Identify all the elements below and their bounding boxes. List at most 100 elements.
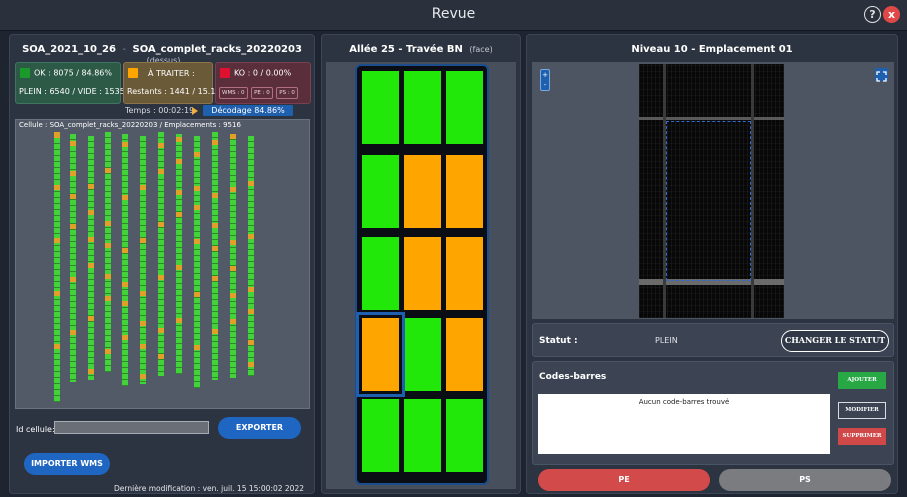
export-button[interactable]: EXPORTER <box>218 417 301 439</box>
detection-box <box>666 121 751 281</box>
modify-barcode-button[interactable]: MODIFIER <box>838 402 886 419</box>
pe-badge[interactable]: PE : 0 <box>251 87 273 99</box>
todo-marker <box>140 185 146 190</box>
ok-count: OK : 8075 / 84.86% <box>34 68 112 78</box>
todo-marker <box>105 296 111 301</box>
todo-marker <box>176 190 182 195</box>
slot-full[interactable] <box>362 237 399 310</box>
todo-marker <box>194 205 200 210</box>
todo-marker <box>88 316 94 321</box>
slot-todo[interactable] <box>446 155 483 228</box>
todo-marker <box>122 195 128 200</box>
slot-full[interactable] <box>446 71 483 144</box>
todo-marker <box>212 223 218 228</box>
scan-beam <box>639 117 784 120</box>
slot-full[interactable] <box>362 399 399 472</box>
status-row: Statut : PLEIN CHANGER LE STATUT <box>532 323 894 357</box>
fullscreen-icon[interactable] <box>875 68 888 82</box>
scan-date: SOA_2021_10_26 <box>22 44 116 55</box>
slot-full[interactable] <box>404 399 441 472</box>
barcodes-list[interactable]: Aucun code-barres trouvé <box>538 394 830 454</box>
cell-overview-panel: SOA_2021_10_26 - SOA_complet_racks_20220… <box>9 34 315 494</box>
close-button[interactable]: x <box>883 6 900 23</box>
rack-column[interactable] <box>122 134 128 386</box>
ko-stat-box[interactable]: KO : 0 / 0.00% WMS : 0 PE : 0 PS : 0 <box>215 62 311 104</box>
todo-marker <box>140 238 146 243</box>
last-modified: Dernière modification : ven. juil. 15 15… <box>114 484 304 493</box>
todo-marker <box>70 277 76 282</box>
barcodes-empty-text: Aucun code-barres trouvé <box>638 398 730 406</box>
status-label: Statut : <box>539 336 578 346</box>
todo-marker <box>140 291 146 296</box>
rack-column[interactable] <box>158 132 164 376</box>
todo-marker <box>54 344 60 349</box>
slot-full[interactable] <box>362 155 399 228</box>
todo-marker <box>54 133 60 138</box>
add-barcode-button[interactable]: AJOUTER <box>838 372 886 389</box>
slot-todo[interactable] <box>404 155 441 228</box>
rack-column[interactable] <box>176 134 182 374</box>
change-status-button[interactable]: CHANGER LE STATUT <box>781 330 889 352</box>
todo-marker <box>158 354 164 359</box>
todo-marker <box>230 293 236 298</box>
bay-frame <box>355 64 489 485</box>
rack-column[interactable] <box>105 132 111 372</box>
todo-marker <box>194 239 200 244</box>
todo-marker <box>140 344 146 349</box>
slot-todo[interactable] <box>446 318 483 391</box>
todo-stat-box[interactable]: À TRAITER : Restants : 1441 / 15.14% <box>123 62 228 104</box>
rack-column[interactable] <box>140 136 146 384</box>
todo-marker <box>248 340 254 345</box>
todo-marker <box>248 181 254 186</box>
rack-column[interactable] <box>194 136 200 388</box>
rack-column[interactable] <box>212 132 218 380</box>
zoom-out-button[interactable]: - <box>541 80 549 90</box>
cell-caption: Cellule : SOA_complet_racks_20220203 / E… <box>19 121 241 129</box>
rack-column[interactable] <box>88 136 94 380</box>
todo-marker <box>212 193 218 198</box>
slot-full[interactable] <box>362 71 399 144</box>
help-button[interactable]: ? <box>864 6 881 23</box>
title-bar: Revue ? x <box>0 0 907 31</box>
todo-marker <box>54 291 60 296</box>
todo-marker <box>194 186 200 191</box>
zoom-in-button[interactable]: + <box>541 70 549 80</box>
id-cell-input[interactable] <box>54 421 209 434</box>
rack-column[interactable] <box>54 132 60 402</box>
todo-marker <box>230 240 236 245</box>
ps-badge[interactable]: PS : 0 <box>276 87 298 99</box>
scan-image <box>639 64 784 318</box>
location-panel: Niveau 10 - Emplacement 01 + - Statut : … <box>526 34 898 494</box>
todo-marker <box>248 362 254 367</box>
todo-marker <box>230 266 236 271</box>
zoom-control: + - <box>540 69 550 91</box>
slot-full[interactable] <box>404 318 441 391</box>
face-label: (face) <box>469 45 493 54</box>
bay-area <box>326 62 516 489</box>
ok-stat-box[interactable]: OK : 8075 / 84.86% PLEIN : 6540 / VIDE :… <box>15 62 125 104</box>
timer-row: Temps : 00:02:19 Décodage 84.86% <box>10 105 314 117</box>
delete-barcode-button[interactable]: SUPPRIMER <box>838 428 886 445</box>
rack-column[interactable] <box>230 134 236 378</box>
todo-marker <box>194 345 200 350</box>
todo-marker <box>158 169 164 174</box>
wms-badge[interactable]: WMS : 0 <box>219 87 248 99</box>
ps-button[interactable]: PS <box>719 469 891 491</box>
rack-column[interactable] <box>70 134 76 382</box>
slot-todo[interactable] <box>446 237 483 310</box>
rack-column[interactable] <box>248 136 254 376</box>
import-wms-button[interactable]: IMPORTER WMS <box>24 453 110 475</box>
todo-marker <box>70 194 76 199</box>
cell-map[interactable]: Cellule : SOA_complet_racks_20220203 / E… <box>15 119 310 409</box>
slot-full[interactable] <box>446 399 483 472</box>
play-icon[interactable] <box>192 107 198 115</box>
todo-marker <box>122 301 128 306</box>
pe-button[interactable]: PE <box>538 469 710 491</box>
image-viewer[interactable]: + - <box>532 62 894 319</box>
todo-marker <box>54 238 60 243</box>
todo-marker <box>88 184 94 189</box>
slot-todo[interactable] <box>404 237 441 310</box>
todo-marker <box>158 328 164 333</box>
slot-full[interactable] <box>404 71 441 144</box>
todo-marker <box>88 210 94 215</box>
